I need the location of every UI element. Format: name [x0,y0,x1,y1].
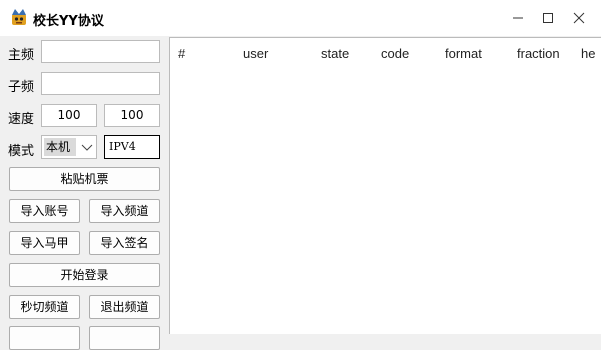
ip-version-input[interactable]: IPV4 [104,135,160,159]
import-vest-button[interactable]: 导入马甲 [9,231,80,255]
chevron-down-icon [81,144,93,151]
account-table[interactable]: # user state code format fraction he [169,37,601,334]
extra-button-right[interactable] [89,326,160,350]
paste-ticket-button[interactable]: 粘贴机票 [9,167,160,191]
close-button[interactable] [563,0,595,36]
column-header-he[interactable]: he [581,46,595,61]
column-header-code[interactable]: code [381,46,409,61]
sub-channel-input[interactable] [41,72,160,95]
speed-input-1[interactable]: 100 [41,104,97,127]
maximize-button[interactable] [532,0,564,36]
minimize-icon [513,17,523,19]
app-logo-icon [12,9,26,25]
table-header: # user state code format fraction he [170,38,601,70]
exit-channel-button[interactable]: 退出频道 [89,295,160,319]
minimize-button[interactable] [502,0,534,36]
quick-switch-channel-button[interactable]: 秒切频道 [9,295,80,319]
import-accounts-button[interactable]: 导入账号 [9,199,80,223]
column-header-index[interactable]: # [178,46,185,61]
import-signature-button[interactable]: 导入签名 [89,231,160,255]
speed-label: 速度 [8,112,35,127]
window-title: 校长YY协议 [33,14,104,29]
column-header-fraction[interactable]: fraction [517,46,560,61]
mode-select-value: 本机 [44,138,76,156]
mode-label: 模式 [8,144,35,159]
main-channel-label: 主频 [8,48,35,63]
close-icon [573,12,585,24]
sub-channel-label: 子频 [8,80,35,95]
main-channel-input[interactable] [41,40,160,63]
mode-select[interactable]: 本机 [41,135,97,159]
start-login-button[interactable]: 开始登录 [9,263,160,287]
title-bar: 校长YY协议 [0,0,601,36]
import-channel-button[interactable]: 导入频道 [89,199,160,223]
speed-input-2[interactable]: 100 [104,104,160,127]
column-header-user[interactable]: user [243,46,268,61]
column-header-state[interactable]: state [321,46,349,61]
maximize-icon [543,13,553,23]
column-header-format[interactable]: format [445,46,482,61]
extra-button-left[interactable] [9,326,80,350]
